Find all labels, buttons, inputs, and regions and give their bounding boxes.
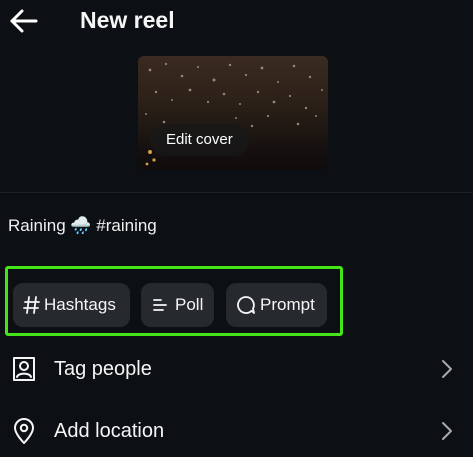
tag-person-icon xyxy=(13,357,35,381)
back-button[interactable] xyxy=(8,6,40,36)
tag-people-row[interactable]: Tag people xyxy=(0,343,473,395)
edit-cover-button[interactable]: Edit cover xyxy=(150,124,249,156)
header: New reel xyxy=(0,0,473,44)
chevron-right-icon xyxy=(442,360,452,378)
poll-chip-label: Poll xyxy=(175,295,204,314)
chevron-right-icon xyxy=(442,422,452,440)
add-location-label: Add location xyxy=(54,420,165,442)
hashtags-chip[interactable]: Hashtags xyxy=(13,283,130,327)
add-location-row[interactable]: Add location xyxy=(0,405,473,457)
caption-text[interactable]: Raining 🌧️ #raining xyxy=(8,215,157,237)
divider xyxy=(0,192,473,193)
location-pin-icon xyxy=(14,418,34,444)
tag-people-label: Tag people xyxy=(54,358,152,380)
prompt-chip[interactable]: Prompt xyxy=(226,283,327,327)
hashtags-chip-label: Hashtags xyxy=(44,295,116,314)
hash-icon xyxy=(23,296,40,314)
prompt-chip-label: Prompt xyxy=(260,295,315,314)
page-title: New reel xyxy=(80,7,175,33)
arrow-left-icon xyxy=(10,9,38,33)
poll-chip[interactable]: Poll xyxy=(141,283,214,327)
poll-icon xyxy=(153,299,167,311)
prompt-bubble-icon xyxy=(237,296,255,314)
